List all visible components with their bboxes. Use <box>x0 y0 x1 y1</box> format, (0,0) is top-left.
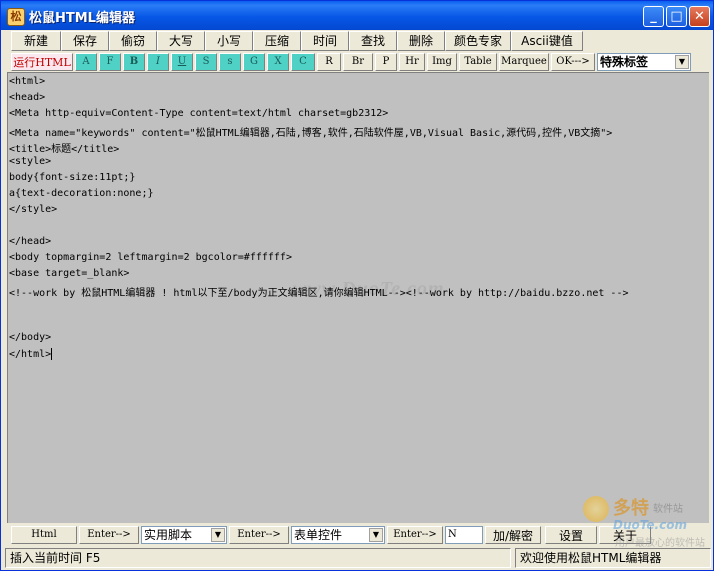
code-line[interactable]: </head> <box>9 236 51 247</box>
tag-small-s-button[interactable]: s <box>219 53 241 71</box>
code-line[interactable]: <Meta name="keywords" content="松鼠HTML编辑器… <box>9 124 612 139</box>
steal-button[interactable]: 偷窃 <box>109 31 157 51</box>
script-combo-value: 实用脚本 <box>144 528 193 542</box>
enter-form-button[interactable]: Enter--> <box>229 526 289 544</box>
code-line[interactable]: </body> <box>9 332 51 343</box>
app-window: 松 松鼠HTML编辑器 _ □ ✕ 新建 保存 偷窃 大写 小写 压缩 时间 查… <box>0 0 714 571</box>
code-line[interactable]: </html> <box>9 348 53 360</box>
encrypt-decrypt-button[interactable]: 加/解密 <box>485 526 541 544</box>
code-line[interactable]: <html> <box>9 76 45 87</box>
main-toolbar: 新建 保存 偷窃 大写 小写 压缩 时间 查找 删除 颜色专家 Ascii键值 <box>11 31 583 51</box>
tag-c-button[interactable]: C <box>291 53 315 71</box>
special-tags-combo[interactable]: 特殊标签 ▼ <box>597 53 691 71</box>
site-logo: 多特 软件站 DuoTe.com 用户最放心的软件站 <box>583 494 713 556</box>
save-button[interactable]: 保存 <box>61 31 109 51</box>
ok-insert-button[interactable]: OK---> <box>551 53 595 71</box>
tag-g-button[interactable]: G <box>243 53 265 71</box>
code-line[interactable]: <style> <box>9 156 51 167</box>
title-bar[interactable]: 松 松鼠HTML编辑器 _ □ ✕ <box>1 1 713 30</box>
enter-n-button[interactable]: Enter--> <box>387 526 443 544</box>
tag-x-button[interactable]: X <box>267 53 289 71</box>
dropdown-arrow-icon[interactable]: ▼ <box>675 55 689 69</box>
special-tags-combo-value: 特殊标签 <box>600 55 649 69</box>
html-button[interactable]: Html <box>11 526 77 544</box>
maximize-icon: □ <box>670 9 683 24</box>
logo-title: 多特 <box>613 498 649 519</box>
tag-italic-button[interactable]: I <box>147 53 169 71</box>
tag-p-button[interactable]: P <box>375 53 397 71</box>
logo-tagline: 用户最放心的软件站 <box>615 538 705 549</box>
ascii-keycode-button[interactable]: Ascii键值 <box>511 31 583 51</box>
find-button[interactable]: 查找 <box>349 31 397 51</box>
code-line[interactable]: <body topmargin=2 leftmargin=2 bgcolor=#… <box>9 252 292 263</box>
new-button[interactable]: 新建 <box>11 31 61 51</box>
tag-r-button[interactable]: R <box>317 53 341 71</box>
logo-subtitle: 软件站 <box>653 504 683 515</box>
code-line[interactable]: a{text-decoration:none;} <box>9 188 154 199</box>
delete-button[interactable]: 删除 <box>397 31 445 51</box>
code-line[interactable]: <Meta http-equiv=Content-Type content=te… <box>9 108 388 119</box>
squirrel-app-icon[interactable]: 松 <box>7 8 25 26</box>
tag-bold-button[interactable]: B <box>123 53 145 71</box>
time-button[interactable]: 时间 <box>301 31 349 51</box>
tag-a-button[interactable]: A <box>75 53 97 71</box>
run-html-button[interactable]: 运行HTML <box>11 53 73 71</box>
html-editor[interactable]: www.DuoTe.com <html> <head> <Meta http-equ… <box>7 72 709 523</box>
close-button[interactable]: ✕ <box>689 6 710 27</box>
uppercase-button[interactable]: 大写 <box>157 31 205 51</box>
tag-strike-button[interactable]: S <box>195 53 217 71</box>
window-title: 松鼠HTML编辑器 <box>29 11 135 26</box>
tag-underline-button[interactable]: U <box>171 53 193 71</box>
text-caret <box>51 348 53 360</box>
dropdown-arrow-icon[interactable]: ▼ <box>211 528 225 542</box>
logo-sun-icon <box>583 496 609 522</box>
enter-script-button[interactable]: Enter--> <box>79 526 139 544</box>
tag-table-button[interactable]: Table <box>459 53 497 71</box>
close-icon: ✕ <box>694 9 705 24</box>
compress-button[interactable]: 压缩 <box>253 31 301 51</box>
tag-marquee-button[interactable]: Marquee <box>499 53 549 71</box>
status-hint: 插入当前时间 F5 <box>5 548 511 568</box>
tag-img-button[interactable]: Img <box>427 53 457 71</box>
form-controls-combo-value: 表单控件 <box>294 528 343 542</box>
minimize-button[interactable]: _ <box>643 6 664 27</box>
code-line[interactable]: </style> <box>9 204 57 215</box>
tag-hr-button[interactable]: Hr <box>399 53 425 71</box>
form-controls-combo[interactable]: 表单控件 ▼ <box>291 526 385 544</box>
color-expert-button[interactable]: 颜色专家 <box>445 31 511 51</box>
tag-br-button[interactable]: Br <box>343 53 373 71</box>
logo-url: DuoTe.com <box>613 518 687 532</box>
lowercase-button[interactable]: 小写 <box>205 31 253 51</box>
code-line[interactable]: <head> <box>9 92 45 103</box>
n-field[interactable]: N <box>445 526 483 544</box>
script-combo[interactable]: 实用脚本 ▼ <box>141 526 227 544</box>
maximize-button[interactable]: □ <box>666 6 687 27</box>
tag-font-button[interactable]: F <box>99 53 121 71</box>
dropdown-arrow-icon[interactable]: ▼ <box>369 528 383 542</box>
code-line[interactable]: <base target=_blank> <box>9 268 129 279</box>
code-line[interactable]: <title>标题</title> <box>9 140 119 155</box>
code-line[interactable]: body{font-size:11pt;} <box>9 172 135 183</box>
code-line[interactable]: <!--work by 松鼠HTML编辑器 ! html以下至/body为正文编… <box>9 284 629 299</box>
minimize-icon: _ <box>650 9 657 24</box>
